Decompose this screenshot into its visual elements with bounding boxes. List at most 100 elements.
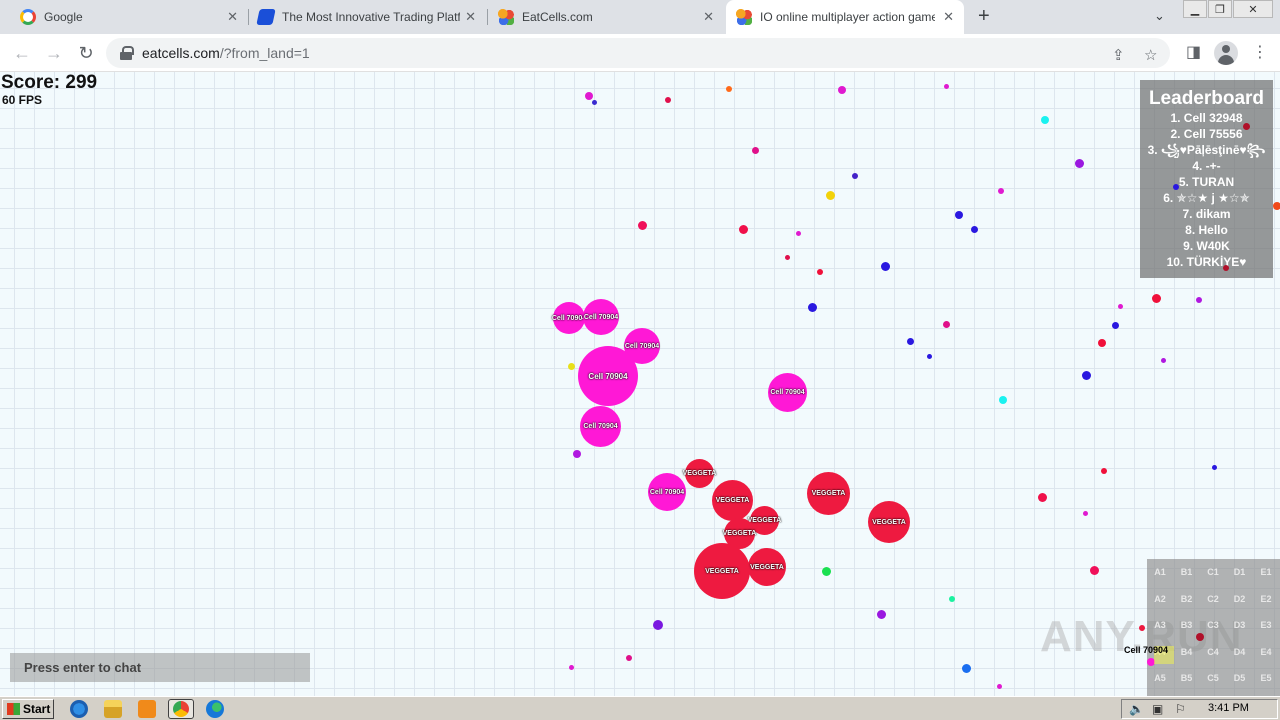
food-pellet bbox=[638, 221, 647, 230]
minimap-grid-cell: E1 bbox=[1260, 567, 1272, 577]
tab-title: IO online multiplayer action game. Sl bbox=[760, 10, 935, 24]
tab-strip: Google ✕ The Most Innovative Trading Pla… bbox=[0, 0, 1280, 34]
minimap-grid-cell: D1 bbox=[1233, 567, 1246, 577]
close-icon[interactable]: ✕ bbox=[465, 9, 476, 25]
food-pellet bbox=[971, 226, 978, 233]
food-pellet bbox=[569, 665, 574, 670]
leaderboard-entry: 5. TURAN bbox=[1178, 175, 1235, 189]
minimap-grid-cell: B1 bbox=[1180, 567, 1193, 577]
player-cell: Cell 70904 bbox=[768, 373, 807, 412]
minimap: A1B1C1D1E1A2B2C2D2E2A3B3C3D3E3A4B4C4D4E4… bbox=[1147, 559, 1280, 696]
file-explorer-icon[interactable] bbox=[104, 700, 122, 718]
leaderboard-title: Leaderboard bbox=[1148, 88, 1265, 109]
eatcells-icon bbox=[498, 9, 514, 25]
minimap-player-label: Cell 70904 bbox=[1124, 645, 1169, 655]
food-pellet bbox=[1196, 297, 1202, 303]
address-bar[interactable]: eatcells.com/?from_land=1 ⇪ ☆ bbox=[106, 38, 1170, 68]
food-pellet bbox=[826, 191, 835, 200]
start-button[interactable]: Start bbox=[2, 699, 54, 719]
leaderboard-entry: 10. TÜRKİYE♥ bbox=[1166, 255, 1247, 269]
food-pellet bbox=[1118, 304, 1123, 309]
food-pellet bbox=[998, 188, 1004, 194]
tab-title: EatCells.com bbox=[522, 10, 593, 24]
trading-platform-icon bbox=[256, 9, 276, 25]
food-pellet bbox=[796, 231, 801, 236]
action-center-flag-icon[interactable]: ⚐ bbox=[1175, 702, 1186, 716]
chat-input[interactable]: Press enter to chat bbox=[10, 653, 310, 682]
url-path: /?from_land=1 bbox=[219, 45, 310, 61]
close-icon[interactable]: ✕ bbox=[703, 9, 714, 25]
minimap-grid-cell: E3 bbox=[1260, 620, 1272, 630]
minimap-grid-cell: D4 bbox=[1233, 646, 1246, 657]
media-player-icon[interactable] bbox=[138, 700, 156, 718]
menu-kebab-icon[interactable]: ⋮ bbox=[1252, 42, 1268, 62]
food-pellet bbox=[1098, 339, 1106, 347]
food-pellet bbox=[752, 147, 759, 154]
new-tab-button[interactable]: + bbox=[978, 5, 990, 28]
food-pellet bbox=[881, 262, 890, 271]
food-pellet bbox=[852, 173, 858, 179]
food-pellet bbox=[1083, 511, 1088, 516]
minimap-grid-cell: E5 bbox=[1260, 673, 1272, 683]
food-pellet bbox=[785, 255, 790, 260]
minimap-enemy-dot bbox=[1139, 625, 1145, 631]
tab-eatcells[interactable]: EatCells.com ✕ bbox=[488, 0, 724, 34]
leaderboard-entry: 7. dikam bbox=[1182, 207, 1231, 221]
minimap-grid-cell: D3 bbox=[1233, 620, 1246, 630]
game-canvas[interactable]: Score: 299 60 FPS Cell 70904 Cell 70904 bbox=[0, 72, 1280, 696]
food-pellet bbox=[999, 396, 1007, 404]
food-pellet bbox=[1041, 116, 1049, 124]
internet-explorer-icon[interactable] bbox=[70, 700, 88, 718]
lock-icon[interactable] bbox=[120, 46, 134, 60]
volume-icon[interactable]: 🔈 bbox=[1129, 702, 1144, 716]
close-icon[interactable]: ✕ bbox=[943, 9, 954, 25]
minimap-grid-cell: C2 bbox=[1207, 593, 1219, 604]
food-pellet bbox=[1173, 184, 1179, 190]
food-pellet bbox=[626, 655, 632, 661]
side-panel-icon[interactable]: ◨ bbox=[1186, 42, 1201, 62]
close-icon[interactable]: ✕ bbox=[227, 9, 238, 25]
reload-button[interactable]: ↻ bbox=[74, 41, 98, 65]
window-close-button[interactable]: ✕ bbox=[1233, 0, 1273, 18]
edge-icon[interactable] bbox=[206, 700, 224, 718]
food-pellet bbox=[592, 100, 597, 105]
player-cell: Cell 70904 bbox=[578, 346, 638, 406]
food-pellet bbox=[726, 86, 732, 92]
share-icon[interactable]: ⇪ bbox=[1112, 46, 1125, 64]
tab-io-game[interactable]: IO online multiplayer action game. Sl ✕ bbox=[726, 0, 964, 34]
tab-search-button[interactable]: ⌄ bbox=[1154, 8, 1165, 24]
minimize-button[interactable]: ▁ bbox=[1183, 0, 1207, 18]
leaderboard-entry: 3. ꧁♥Pāļēsţinē♥꧂ bbox=[1147, 143, 1266, 157]
bookmark-star-icon[interactable]: ☆ bbox=[1144, 46, 1157, 64]
minimap-grid-cell: C3 bbox=[1207, 620, 1219, 630]
food-pellet bbox=[907, 338, 914, 345]
food-pellet bbox=[1243, 123, 1250, 130]
chrome-icon bbox=[173, 701, 189, 717]
leaderboard-entry: 9. W40K bbox=[1183, 239, 1230, 253]
food-pellet bbox=[943, 321, 950, 328]
back-button[interactable]: ← bbox=[10, 41, 34, 65]
enemy-cell: VEGGETA bbox=[683, 459, 716, 488]
network-icon[interactable]: ▣ bbox=[1152, 702, 1163, 716]
tab-google[interactable]: Google ✕ bbox=[0, 0, 248, 34]
chrome-taskbar-button[interactable] bbox=[168, 699, 194, 719]
forward-button[interactable]: → bbox=[42, 41, 66, 65]
food-pellet bbox=[1161, 358, 1166, 363]
tab-separator bbox=[248, 9, 249, 25]
food-pellet bbox=[585, 92, 593, 100]
leaderboard: Leaderboard 1. Cell 32948 2. Cell 75556 … bbox=[1140, 80, 1273, 278]
minimap-grid-cell: C5 bbox=[1207, 673, 1219, 683]
minimap-grid-cell: C1 bbox=[1207, 567, 1219, 577]
food-pellet bbox=[739, 225, 748, 234]
leaderboard-entry: 2. Cell 75556 bbox=[1170, 127, 1243, 141]
url-host: eatcells.com bbox=[142, 45, 220, 61]
eatcells-icon bbox=[736, 9, 752, 25]
restore-button[interactable]: ❐ bbox=[1208, 0, 1232, 18]
taskbar: Start 🔈 ▣ ⚐ 3:41 PM bbox=[0, 696, 1280, 720]
food-pellet bbox=[1101, 468, 1107, 474]
food-pellet bbox=[838, 86, 846, 94]
minimap-grid-cell: D5 bbox=[1233, 673, 1246, 683]
profile-avatar[interactable] bbox=[1214, 41, 1238, 65]
tab-trading[interactable]: The Most Innovative Trading Platform ✕ bbox=[250, 0, 486, 34]
minimap-grid-cell: C4 bbox=[1207, 646, 1219, 657]
